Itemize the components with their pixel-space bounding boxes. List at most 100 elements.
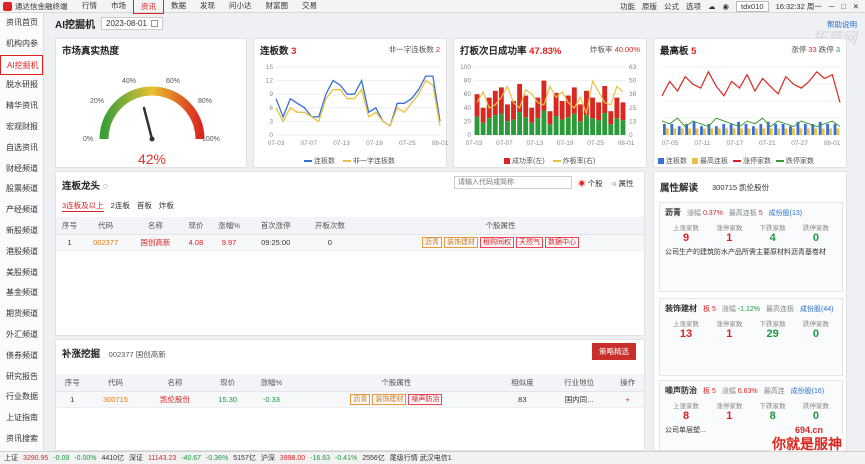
bar-group xyxy=(614,97,620,135)
sidebar-item[interactable]: 外汇频道 xyxy=(0,325,43,346)
tab-zhaban[interactable]: 炸板 xyxy=(159,200,174,212)
sidebar-item[interactable]: 研究报告 xyxy=(0,367,43,388)
sidebar-item[interactable]: 基金频道 xyxy=(0,283,43,304)
stock-search-input[interactable] xyxy=(454,176,572,189)
account-label[interactable]: tdx010 xyxy=(736,0,769,12)
attr-stat-label: 涨停家数 xyxy=(716,225,743,232)
column-header[interactable]: 序号 xyxy=(56,374,89,392)
menu-item-jiaoyi[interactable]: 交易 xyxy=(295,0,324,14)
sidebar-item[interactable]: 机构内参 xyxy=(0,34,43,55)
sidebar-item[interactable]: 债券频道 xyxy=(0,346,43,367)
column-header[interactable]: 开板次数 xyxy=(302,217,357,235)
menu-item-shuju[interactable]: 数据 xyxy=(164,0,193,14)
sidebar-item[interactable]: 财经频道 xyxy=(0,159,43,180)
attr-stat-value: 9 xyxy=(682,232,690,244)
attr-block-name[interactable]: 装饰建材 xyxy=(665,303,697,314)
menu-item-shichang[interactable]: 市场 xyxy=(104,0,133,14)
status-item: -0.00% xyxy=(74,454,97,462)
close-icon[interactable]: ✕ xyxy=(853,2,859,11)
attr-block-name[interactable]: 沥青 xyxy=(665,207,681,218)
attribute-tag[interactable]: 租购同权 xyxy=(479,236,514,248)
menu-gongshi[interactable]: 公式 xyxy=(664,1,679,12)
menu-item-hangqing[interactable]: 行情 xyxy=(75,0,104,14)
tab-3lianban[interactable]: 3连板及以上 xyxy=(62,200,104,212)
menu-item-zixun[interactable]: 资讯 xyxy=(133,0,164,14)
column-header[interactable]: 个股属性 xyxy=(356,217,644,235)
cloud-icon[interactable]: ☁ xyxy=(708,2,716,11)
sidebar-item[interactable]: 期货频道 xyxy=(0,304,43,325)
bar-success xyxy=(480,107,486,123)
sidebar-item[interactable]: 港股频道 xyxy=(0,242,43,263)
gauge-tick-60: 60% xyxy=(166,78,180,85)
attribute-tag[interactable]: 沥青 xyxy=(421,236,442,248)
column-header[interactable]: 代码 xyxy=(83,217,129,235)
column-header[interactable]: 代码 xyxy=(88,374,143,392)
sidebar-item[interactable]: 资讯搜索 xyxy=(0,429,43,450)
tab-shouban[interactable]: 首板 xyxy=(137,200,152,212)
column-header[interactable]: 涨幅% xyxy=(209,217,249,235)
add-button[interactable]: + xyxy=(611,391,644,408)
menu-item-faxian[interactable]: 发现 xyxy=(193,0,222,14)
sidebar-item[interactable]: 自选资讯 xyxy=(0,138,43,159)
column-header[interactable]: 首次涨停 xyxy=(248,217,303,235)
user-icon[interactable]: ◉ xyxy=(722,2,729,11)
column-header[interactable]: 现价 xyxy=(207,374,248,392)
attribute-tag[interactable]: 数据中心 xyxy=(544,236,579,248)
sidebar-item[interactable]: 行业数据 xyxy=(0,387,43,408)
success-chart: 100 6380 5060 3840 2520 130 007-03 07-07 07-13 07… xyxy=(460,64,636,147)
bar-fail xyxy=(553,116,559,135)
radio-stock[interactable]: ◉ 个股 xyxy=(578,178,603,189)
menu-item-caifuquan[interactable]: 财富圈 xyxy=(259,0,296,14)
column-header[interactable]: 名称 xyxy=(142,374,208,392)
attribute-tag[interactable]: 装饰建材 xyxy=(372,393,407,405)
menu-item-wenxiaoda[interactable]: 问小达 xyxy=(222,0,259,14)
table-cell: 300715 xyxy=(88,391,143,408)
column-header[interactable]: 现价 xyxy=(182,217,210,235)
bar-highest xyxy=(799,128,803,135)
attribute-tag[interactable]: 天然气 xyxy=(515,236,543,248)
bar-group xyxy=(541,80,547,135)
sidebar-item[interactable]: 脱水研报 xyxy=(0,75,43,96)
date-picker[interactable]: 2023-08-01 xyxy=(101,17,163,30)
column-header[interactable]: 序号 xyxy=(56,217,84,235)
sidebar-item[interactable]: AI挖掘机 xyxy=(0,54,43,76)
attr-link[interactable]: 成份股(44) xyxy=(800,304,833,314)
attr-link[interactable]: 成份股(13) xyxy=(769,208,802,218)
sidebar-item[interactable]: 股票频道 xyxy=(0,179,43,200)
sidebar-item[interactable]: 宏观财报 xyxy=(0,117,43,138)
column-header[interactable]: 行业地位 xyxy=(546,374,612,392)
attribute-tag[interactable]: 装饰建材 xyxy=(443,236,478,248)
attr-block-name[interactable]: 噪声防治 xyxy=(665,385,697,396)
sidebar-item[interactable]: 资讯首页 xyxy=(0,13,43,34)
menu-xuanxiang[interactable]: 选项 xyxy=(686,1,701,12)
menu-gongneng[interactable]: 功能 xyxy=(620,1,635,12)
attr-link[interactable]: 成份股(16) xyxy=(791,386,824,396)
column-header[interactable]: 相似度 xyxy=(498,374,547,392)
x-tick-label: 07-25 xyxy=(587,140,604,147)
sidebar-item[interactable]: 精华资讯 xyxy=(0,96,43,117)
column-header[interactable]: 个股属性 xyxy=(294,374,499,392)
sidebar-item[interactable]: 美股频道 xyxy=(0,263,43,284)
column-header[interactable]: 涨幅% xyxy=(247,374,295,392)
attribute-tag[interactable]: 噪声防治 xyxy=(408,393,443,405)
sidebar-item[interactable]: 上证指南 xyxy=(0,408,43,429)
column-header[interactable]: 名称 xyxy=(128,217,183,235)
sidebar-item[interactable]: 产经频道 xyxy=(0,200,43,221)
column-header[interactable]: 操作 xyxy=(611,374,644,392)
table-row[interactable]: 1 300715 凯伦股份 15.30 -0.33 沥青 装饰建材 噪声防治 83 国内同... + xyxy=(56,391,644,408)
radio-attr[interactable]: ○ 属性 xyxy=(612,178,634,189)
menu-yuanban[interactable]: 原版 xyxy=(642,1,657,12)
table-row[interactable]: 1 002377 国创高新 4.08 9.97 09:25:00 0 沥青 装饰建材 租购同权 天然… xyxy=(56,234,644,251)
calendar-icon[interactable] xyxy=(150,20,158,27)
strategy-button[interactable]: 策略精选 xyxy=(592,343,636,360)
attribute-tag[interactable]: 沥青 xyxy=(350,393,371,405)
x-tick-label: 07-19 xyxy=(366,140,383,147)
bar-group xyxy=(480,107,486,135)
table-cell: 0 xyxy=(302,234,357,251)
maximize-icon[interactable]: □ xyxy=(841,2,846,11)
minimize-icon[interactable]: ─ xyxy=(829,2,834,11)
gauge-tick-20: 20% xyxy=(90,98,104,105)
success-rate: 47.83% xyxy=(529,46,562,57)
tab-2lianban[interactable]: 2连板 xyxy=(111,200,130,212)
sidebar-item[interactable]: 新股频道 xyxy=(0,221,43,242)
